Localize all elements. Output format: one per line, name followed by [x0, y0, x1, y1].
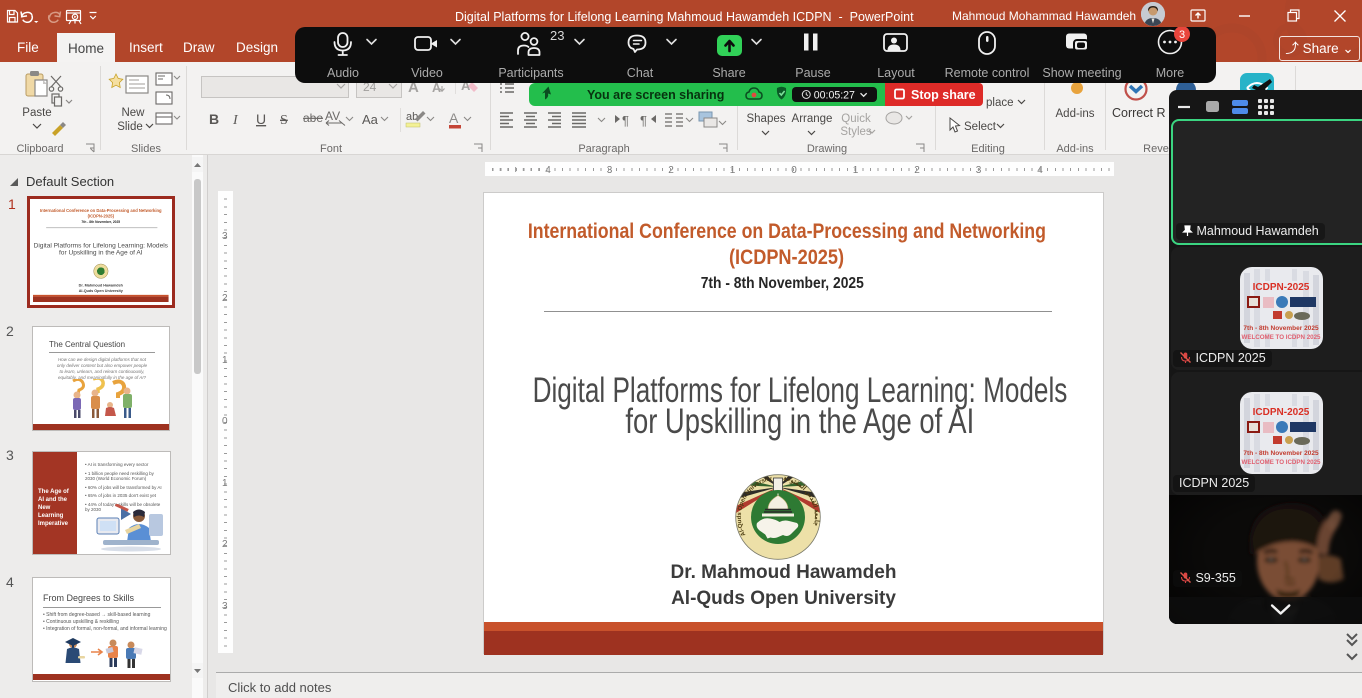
svg-text:Add-ins: Add-ins [1056, 143, 1094, 155]
svg-text:Share: Share [712, 66, 745, 80]
svg-text:7th - 8th November 2025: 7th - 8th November 2025 [1243, 325, 1319, 332]
svg-text:Font: Font [320, 143, 342, 155]
svg-text:00:05:27: 00:05:27 [814, 89, 855, 101]
svg-text:Layout: Layout [877, 66, 915, 80]
svg-text:3: 3 [1179, 29, 1185, 41]
svg-text:A: A [449, 110, 459, 126]
svg-text:WELCOME TO ICDPN 2025: WELCOME TO ICDPN 2025 [1242, 459, 1322, 466]
svg-text:¶: ¶ [622, 113, 629, 128]
svg-text:Stop share: Stop share [911, 88, 976, 102]
svg-text:More: More [1156, 66, 1185, 80]
svg-text:Styles: Styles [840, 126, 872, 138]
svg-text:S: S [280, 113, 288, 128]
svg-text:Paragraph: Paragraph [578, 143, 629, 155]
svg-text:I: I [232, 113, 239, 128]
svg-text:You are screen sharing: You are screen sharing [587, 88, 724, 102]
svg-text:abe: abe [303, 111, 323, 125]
svg-text:A: A [432, 81, 441, 95]
svg-text:Quick: Quick [841, 113, 871, 125]
svg-text:Pause: Pause [795, 66, 830, 80]
svg-text:Remote control: Remote control [945, 66, 1030, 80]
svg-text:Add-ins: Add-ins [1056, 108, 1095, 120]
svg-text:Slide: Slide [117, 121, 143, 133]
svg-text:U: U [256, 111, 266, 127]
svg-text:place: place [986, 97, 1014, 109]
svg-text:Arrange: Arrange [792, 113, 833, 125]
svg-text:Aa: Aa [362, 112, 379, 127]
svg-text:Clipboard: Clipboard [16, 143, 63, 155]
svg-text:Reve: Reve [1143, 143, 1169, 155]
svg-text:B: B [209, 111, 219, 127]
svg-text:Show meeting: Show meeting [1042, 66, 1121, 80]
svg-text:ICDPN-2025: ICDPN-2025 [1253, 282, 1310, 293]
svg-text:23: 23 [550, 28, 564, 43]
svg-text:Select: Select [964, 121, 997, 133]
svg-text:Chat: Chat [627, 66, 654, 80]
svg-text:Editing: Editing [971, 143, 1005, 155]
svg-text:ICDPN-2025: ICDPN-2025 [1253, 407, 1310, 418]
svg-text:WELCOME TO ICDPN 2025: WELCOME TO ICDPN 2025 [1242, 334, 1322, 341]
svg-text:7th - 8th November 2025: 7th - 8th November 2025 [1243, 450, 1319, 457]
svg-text:Correct R: Correct R [1112, 106, 1165, 120]
svg-text:AV: AV [325, 109, 340, 123]
svg-text:Participants: Participants [498, 66, 563, 80]
svg-text:ab: ab [406, 111, 418, 123]
svg-text:Paste: Paste [22, 107, 51, 119]
svg-text:Drawing: Drawing [807, 143, 847, 155]
svg-text:Audio: Audio [327, 66, 359, 80]
svg-text:¶: ¶ [640, 113, 647, 128]
svg-text:Shapes: Shapes [746, 113, 785, 125]
svg-text:Video: Video [411, 66, 443, 80]
svg-text:Slides: Slides [131, 143, 161, 155]
svg-text:New: New [121, 107, 145, 119]
